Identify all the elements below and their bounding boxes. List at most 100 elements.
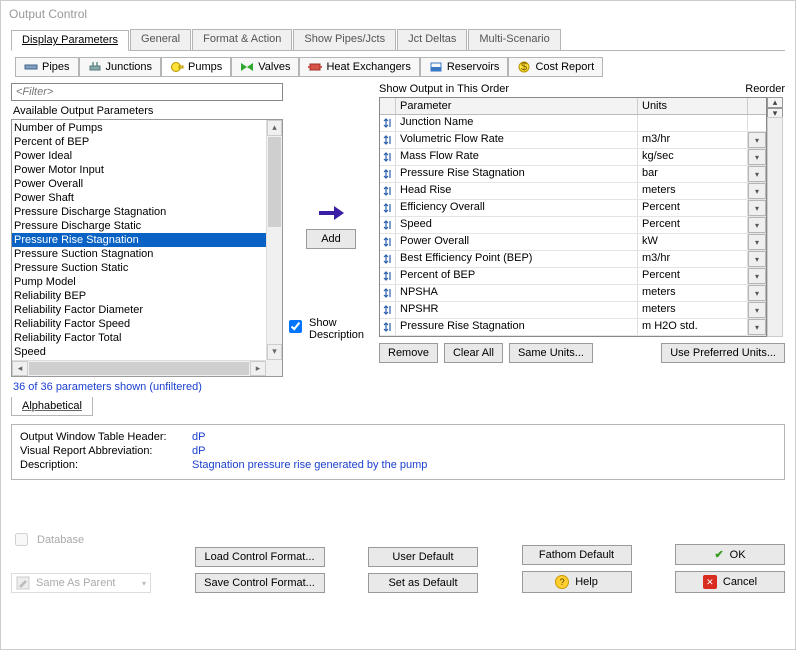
units-dropdown-button[interactable]: ▾ bbox=[748, 183, 766, 199]
list-item[interactable]: Pressure Suction Stagnation bbox=[12, 247, 282, 261]
list-item[interactable]: Speed bbox=[12, 345, 282, 359]
available-parameters-list[interactable]: Number of PumpsPercent of BEPPower Ideal… bbox=[11, 119, 283, 377]
list-item[interactable]: Pump Model bbox=[12, 275, 282, 289]
scroll-left-icon[interactable]: ◂ bbox=[12, 361, 28, 376]
scroll-up-icon[interactable]: ▴ bbox=[267, 120, 282, 136]
units-dropdown-button[interactable]: ▾ bbox=[748, 268, 766, 284]
tab-general[interactable]: General bbox=[130, 29, 191, 50]
drag-handle-icon[interactable] bbox=[380, 234, 396, 250]
same-units-button[interactable]: Same Units... bbox=[509, 343, 593, 363]
save-control-format-button[interactable]: Save Control Format... bbox=[195, 573, 325, 593]
set-as-default-button[interactable]: Set as Default bbox=[368, 573, 478, 593]
cancel-button[interactable]: ✕ Cancel bbox=[675, 571, 785, 593]
remove-button[interactable]: Remove bbox=[379, 343, 438, 363]
table-row[interactable]: NPSHAmeters▾ bbox=[380, 285, 766, 302]
drag-handle-icon[interactable] bbox=[380, 319, 396, 335]
scroll-right-icon[interactable]: ▸ bbox=[250, 361, 266, 376]
add-button[interactable]: Add bbox=[306, 229, 356, 249]
scrollbar-horizontal[interactable]: ◂ ▸ bbox=[12, 360, 266, 376]
list-item[interactable]: Pressure Discharge Stagnation bbox=[12, 205, 282, 219]
list-item[interactable]: Pressure Discharge Static bbox=[12, 219, 282, 233]
list-item[interactable]: Power Motor Input bbox=[12, 163, 282, 177]
drag-handle-icon[interactable] bbox=[380, 285, 396, 301]
scrollbar-vertical[interactable]: ▴ ▾ bbox=[266, 120, 282, 360]
tab-multi-scenario[interactable]: Multi-Scenario bbox=[468, 29, 560, 50]
scroll-thumb-h[interactable] bbox=[29, 362, 249, 375]
table-row[interactable]: NPSHRmeters▾ bbox=[380, 302, 766, 319]
table-row[interactable]: Pressure Rise Stagnationbar▾ bbox=[380, 166, 766, 183]
list-item[interactable]: Pressure Suction Static bbox=[12, 261, 282, 275]
table-row[interactable]: Power OverallkW▾ bbox=[380, 234, 766, 251]
list-item[interactable]: Number of Pumps bbox=[12, 121, 282, 135]
tab-jct-deltas[interactable]: Jct Deltas bbox=[397, 29, 467, 50]
list-item[interactable]: Reliability Factor Speed bbox=[12, 317, 282, 331]
scroll-thumb[interactable] bbox=[268, 137, 281, 227]
help-button[interactable]: ? Help bbox=[522, 571, 632, 593]
table-row[interactable]: Head Risemeters▾ bbox=[380, 183, 766, 200]
filter-input[interactable] bbox=[11, 83, 283, 101]
fathom-default-button[interactable]: Fathom Default bbox=[522, 545, 632, 565]
drag-handle-icon[interactable] bbox=[380, 132, 396, 148]
column-header-parameter[interactable]: Parameter bbox=[396, 98, 638, 114]
subtab-pipes[interactable]: Pipes bbox=[15, 57, 79, 77]
drag-handle-icon[interactable] bbox=[380, 149, 396, 165]
units-dropdown-button[interactable]: ▾ bbox=[748, 285, 766, 301]
ok-button[interactable]: ✔ OK bbox=[675, 544, 785, 565]
units-dropdown-button[interactable]: ▾ bbox=[748, 234, 766, 250]
list-item[interactable]: Reliability Factor Total bbox=[12, 331, 282, 345]
drag-handle-icon[interactable] bbox=[380, 115, 396, 131]
units-dropdown-button[interactable]: ▾ bbox=[748, 200, 766, 216]
table-row[interactable]: SpeedPercent▾ bbox=[380, 217, 766, 234]
units-dropdown-button[interactable]: ▾ bbox=[748, 132, 766, 148]
list-item[interactable]: Percent of BEP bbox=[12, 135, 282, 149]
units-dropdown-button[interactable]: ▾ bbox=[748, 217, 766, 233]
table-row[interactable]: Best Efficiency Point (BEP)m3/hr▾ bbox=[380, 251, 766, 268]
table-row[interactable]: Volumetric Flow Ratem3/hr▾ bbox=[380, 132, 766, 149]
subtab-reservoirs[interactable]: Reservoirs bbox=[420, 57, 509, 77]
units-dropdown-button[interactable]: ▾ bbox=[748, 251, 766, 267]
units-dropdown-button[interactable]: ▾ bbox=[748, 166, 766, 182]
drag-handle-icon[interactable] bbox=[380, 251, 396, 267]
subtab-heat-exchangers[interactable]: Heat Exchangers bbox=[299, 57, 419, 77]
show-description-checkbox[interactable]: Show Description bbox=[285, 317, 365, 341]
tab-format-action[interactable]: Format & Action bbox=[192, 29, 292, 50]
output-order-grid: Parameter Units Junction NameVolumetric … bbox=[379, 97, 767, 337]
user-default-button[interactable]: User Default bbox=[368, 547, 478, 567]
units-dropdown-button[interactable]: ▾ bbox=[748, 149, 766, 165]
load-control-format-button[interactable]: Load Control Format... bbox=[195, 547, 325, 567]
units-dropdown-button[interactable]: ▾ bbox=[748, 319, 766, 335]
list-item[interactable]: Power Overall bbox=[12, 177, 282, 191]
units-dropdown-button[interactable]: ▾ bbox=[748, 302, 766, 318]
table-row[interactable]: Efficiency OverallPercent▾ bbox=[380, 200, 766, 217]
drag-handle-icon[interactable] bbox=[380, 268, 396, 284]
table-row[interactable]: Junction Name bbox=[380, 115, 766, 132]
list-item[interactable]: Reliability Factor Diameter bbox=[12, 303, 282, 317]
use-preferred-units-button[interactable]: Use Preferred Units... bbox=[661, 343, 785, 363]
sort-alphabetical-tab[interactable]: Alphabetical bbox=[11, 397, 93, 416]
subtab-cost-report[interactable]: $ Cost Report bbox=[508, 57, 603, 77]
drag-handle-icon[interactable] bbox=[380, 200, 396, 216]
reorder-up-button[interactable]: ▴ bbox=[767, 97, 783, 108]
tab-show-pipes-jcts[interactable]: Show Pipes/Jcts bbox=[293, 29, 396, 50]
table-row[interactable]: Mass Flow Ratekg/sec▾ bbox=[380, 149, 766, 166]
drag-handle-icon[interactable] bbox=[380, 302, 396, 318]
list-item[interactable]: Power Shaft bbox=[12, 191, 282, 205]
table-row[interactable]: Pressure Rise Stagnationm H2O std.▾ bbox=[380, 319, 766, 336]
grid-scrollbar[interactable] bbox=[767, 117, 783, 337]
table-row[interactable]: Percent of BEPPercent▾ bbox=[380, 268, 766, 285]
drag-handle-icon[interactable] bbox=[380, 166, 396, 182]
scroll-down-icon[interactable]: ▾ bbox=[267, 344, 282, 360]
reservoirs-icon bbox=[429, 61, 443, 73]
units-cell: meters bbox=[638, 302, 748, 318]
list-item[interactable]: Power Ideal bbox=[12, 149, 282, 163]
drag-handle-icon[interactable] bbox=[380, 217, 396, 233]
subtab-valves[interactable]: Valves bbox=[231, 57, 299, 77]
list-item[interactable]: Reliability BEP bbox=[12, 289, 282, 303]
subtab-pumps[interactable]: Pumps bbox=[161, 57, 231, 77]
subtab-junctions[interactable]: Junctions bbox=[79, 57, 161, 77]
clear-all-button[interactable]: Clear All bbox=[444, 343, 503, 363]
list-item[interactable]: Pressure Rise Stagnation bbox=[12, 233, 282, 247]
tab-display-parameters[interactable]: Display Parameters bbox=[11, 30, 129, 51]
drag-handle-icon[interactable] bbox=[380, 183, 396, 199]
column-header-units[interactable]: Units bbox=[638, 98, 748, 114]
